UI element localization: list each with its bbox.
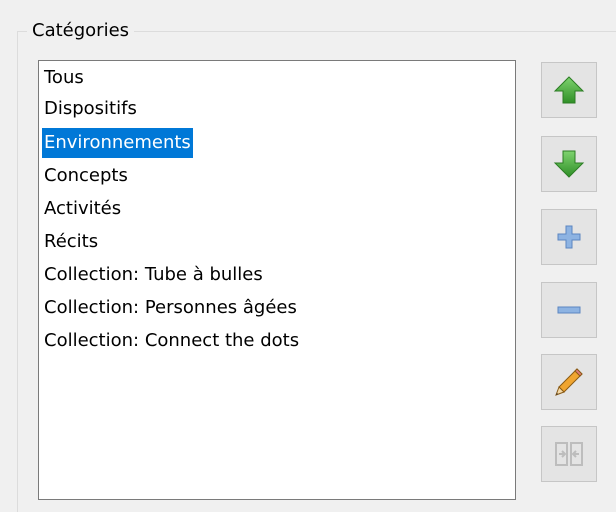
rename-button[interactable] xyxy=(541,354,597,410)
move-up-button[interactable] xyxy=(541,62,597,118)
merge-button[interactable] xyxy=(541,426,597,482)
plus-icon xyxy=(557,225,581,249)
arrow-up-icon xyxy=(553,76,585,104)
move-down-button[interactable] xyxy=(541,136,597,192)
list-item-activites[interactable]: Activités xyxy=(42,194,123,224)
pencil-icon xyxy=(555,368,583,396)
merge-icon xyxy=(555,442,583,466)
categories-list[interactable]: Tous Dispositifs Environnements Concepts… xyxy=(38,60,516,500)
remove-button[interactable] xyxy=(541,282,597,338)
list-item-recits[interactable]: Récits xyxy=(42,227,100,257)
list-item-personnes-agees[interactable]: Collection: Personnes âgées xyxy=(42,293,299,323)
list-item-environnements[interactable]: Environnements xyxy=(42,128,193,158)
group-title: Catégories xyxy=(27,19,135,43)
list-item-connect-the-dots[interactable]: Collection: Connect the dots xyxy=(42,326,301,356)
arrow-down-icon xyxy=(553,150,585,178)
list-item-tube-a-bulles[interactable]: Collection: Tube à bulles xyxy=(42,260,265,290)
add-button[interactable] xyxy=(541,209,597,265)
list-item-dispositifs[interactable]: Dispositifs xyxy=(42,94,139,124)
list-item-concepts[interactable]: Concepts xyxy=(42,161,130,191)
list-item-tous[interactable]: Tous xyxy=(42,63,86,93)
minus-icon xyxy=(557,306,581,314)
